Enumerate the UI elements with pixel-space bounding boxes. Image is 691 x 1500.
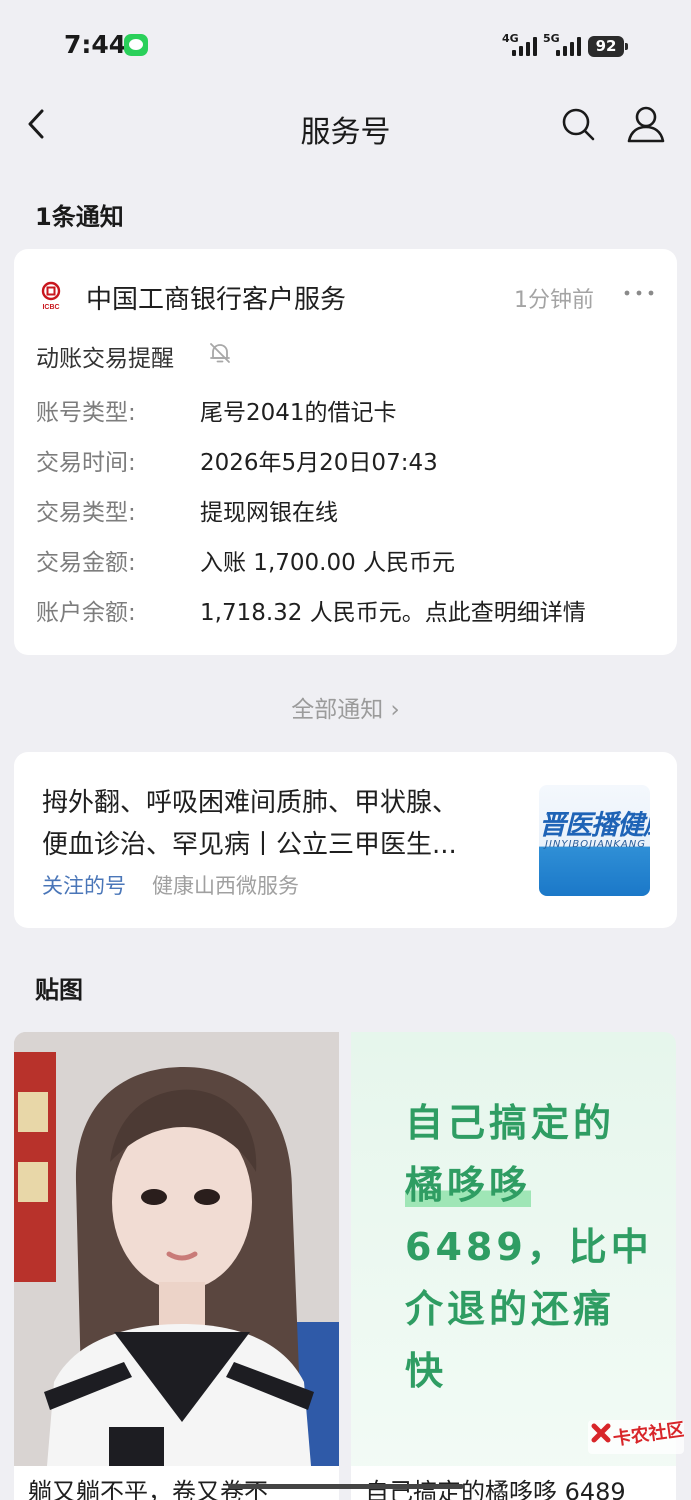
sticker-text-line: 快 [405, 1349, 448, 1393]
notification-time: 1分钟前 [514, 288, 594, 313]
tile-caption: 躺又躺不平，卷又卷不 [14, 1466, 339, 1500]
icbc-logo-icon: ICBC [41, 281, 61, 311]
article-card[interactable]: 拇外翻、呼吸困难间质肺、甲状腺、 便血诊治、罕见病丨公立三甲医生... 关注的号… [14, 752, 677, 928]
nav-bar: 服务号 [0, 90, 691, 160]
detail-key: 交易类型: [36, 500, 136, 526]
profile-button[interactable] [624, 102, 668, 146]
notifications-section-title: 1条通知 [35, 203, 124, 231]
icbc-logo-text: ICBC [42, 304, 59, 311]
stickers-section-title: 贴图 [35, 976, 83, 1004]
more-dots-icon [624, 290, 654, 296]
more-options-button[interactable] [622, 283, 656, 303]
portrait-photo [14, 1032, 339, 1500]
signal-5g-icon [556, 36, 581, 56]
wechat-notification-icon [124, 34, 148, 56]
followed-account-tag: 关注的号 [42, 874, 126, 898]
article-thumbnail: 晋医播健康 JINYIBOJIANKANG [539, 785, 650, 896]
detail-value: 2026年5月20日07:43 [200, 450, 438, 476]
battery-icon: 92 [588, 36, 628, 57]
notification-subtitle: 动账交易提醒 [36, 346, 174, 372]
detail-value: 1,718.32 人民币元。点此查明细详情 [200, 600, 586, 626]
detail-value: 提现网银在线 [200, 500, 338, 526]
sticker-text-line: 6489，比中 [405, 1225, 653, 1269]
person-icon [627, 106, 665, 143]
bell-muted-icon [210, 343, 230, 363]
signal-4g-icon [512, 36, 537, 56]
watermark-logo: 卡农社区 [588, 1418, 684, 1454]
detail-key: 交易金额: [36, 550, 136, 576]
all-notifications-link[interactable]: 全部通知 › [0, 690, 691, 724]
article-account-name[interactable]: 健康山西微服务 [152, 870, 299, 900]
sticker-text-line: 自己搞定的 [405, 1101, 616, 1145]
search-button[interactable] [558, 104, 598, 144]
article-title: 拇外翻、呼吸困难间质肺、甲状腺、 便血诊治、罕见病丨公立三甲医生... [42, 782, 532, 866]
detail-key: 交易时间: [36, 450, 136, 476]
thumbnail-title: 晋医播健康 [539, 810, 650, 841]
notification-card[interactable]: ICBC 中国工商银行客户服务 1分钟前 动账交易提醒 账号类型: 尾号2041… [14, 249, 677, 655]
search-icon [562, 108, 595, 141]
detail-value: 入账 1,700.00 人民币元 [200, 550, 456, 576]
detail-key: 账号类型: [36, 400, 136, 426]
sticker-text-line: 橘哆哆 [405, 1163, 532, 1207]
article-title-line: 拇外翻、呼吸困难间质肺、甲状腺、 [42, 788, 459, 818]
article-title-line: 便血诊治、罕见病丨公立三甲医生... [42, 830, 457, 860]
sticker-text-line: 介退的还痛 [405, 1287, 616, 1331]
thumbnail-subtitle: JINYIBOJIANKANG [545, 839, 647, 850]
home-indicator[interactable] [228, 1484, 464, 1489]
sticker-tile-photo[interactable]: 躺又躺不平，卷又卷不 [14, 1032, 339, 1500]
bank-account-name: 中国工商银行客户服务 [86, 285, 347, 315]
detail-key: 账户余额: [36, 600, 136, 626]
clock: 7:44 [64, 30, 127, 59]
status-bar: 7:44 4G 5G 92 [0, 0, 691, 90]
detail-value: 尾号2041的借记卡 [200, 400, 397, 426]
tile-caption: 自己搞定的橘哆哆 6489 [351, 1466, 676, 1500]
sticker-text: 自己搞定的 橘哆哆 6489，比中 介退的还痛 快 [405, 1092, 665, 1402]
